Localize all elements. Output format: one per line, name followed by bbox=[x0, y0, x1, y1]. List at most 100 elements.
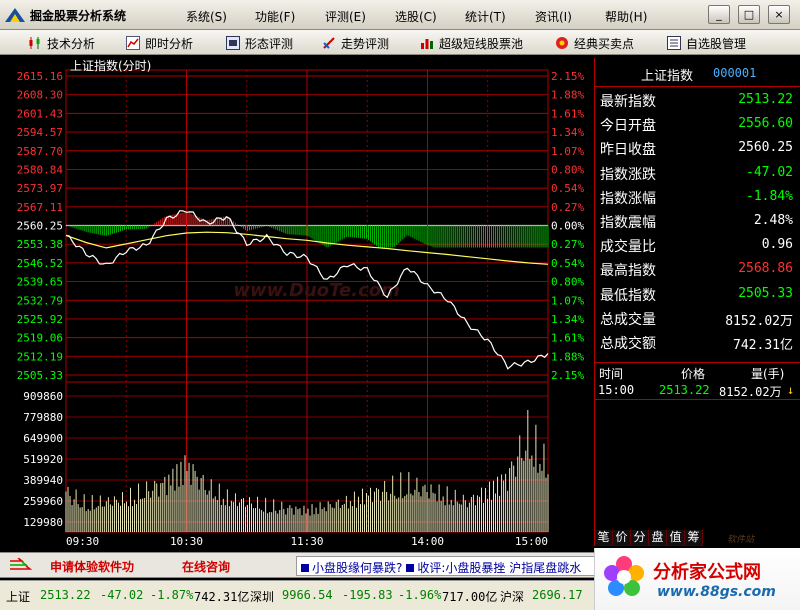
y-tick-label-left: 2615.16 bbox=[17, 70, 63, 83]
status-sz-amount: 717.00亿 bbox=[442, 590, 498, 604]
menu-info[interactable]: 资讯(I) bbox=[535, 8, 572, 25]
y-tick-label-right: 2.15% bbox=[551, 369, 584, 382]
tab-board[interactable]: 盘 bbox=[649, 530, 667, 546]
y-tick-label-right: 1.61% bbox=[551, 332, 584, 345]
menu-stock-select[interactable]: 选股(C) bbox=[395, 8, 437, 25]
quote-row: 总成交额 742.31亿 bbox=[595, 330, 800, 354]
y-tick-label-left: 2519.06 bbox=[17, 332, 63, 345]
volume-tick-label: 649900 bbox=[23, 432, 63, 445]
quote-value: 2568.86 bbox=[738, 261, 793, 277]
close-button[interactable]: × bbox=[768, 5, 790, 24]
status-sz-label: 深圳 bbox=[250, 590, 275, 604]
chart-svg: 上证指数(分时) 2615.16 2.15% 2608.30 1.88% 2601.43 1… bbox=[17, 58, 585, 546]
quote-header: 上证指数 000001 bbox=[595, 58, 800, 87]
toolbar-trend-eval[interactable]: 走势评测 bbox=[322, 34, 389, 52]
toolbar-short-term-pool[interactable]: 超级短线股票池 bbox=[420, 34, 523, 52]
y-tick-label-right: 0.27% bbox=[551, 201, 584, 214]
x-tick-label: 11:30 bbox=[290, 535, 323, 546]
y-tick-label-right: 1.07% bbox=[551, 145, 584, 158]
news-scroller[interactable]: 小盘股缘何暴跌? 收评:小盘股暴挫 沪指尾盘跳水 bbox=[296, 556, 596, 576]
toolbar-realtime-analysis[interactable]: 即时分析 bbox=[126, 34, 193, 52]
tick-header-price: 价格 bbox=[681, 367, 706, 381]
volume-tick-label: 259960 bbox=[23, 495, 63, 508]
quote-row: 最低指数 2505.33 bbox=[595, 282, 800, 306]
volume-tick-label: 909860 bbox=[23, 390, 63, 403]
y-tick-label-left: 2560.25 bbox=[17, 220, 63, 233]
tab-trades[interactable]: 笔 bbox=[595, 530, 613, 546]
quote-value: 2556.60 bbox=[738, 116, 793, 132]
title-bar: 掘金股票分析系统 系统(S) 功能(F) 评测(E) 选股(C) 统计(T) 资… bbox=[0, 0, 800, 30]
trial-apply-link[interactable]: 申请体验软件功 bbox=[50, 558, 134, 575]
quote-label: 指数震幅 bbox=[600, 215, 656, 231]
app-logo-icon bbox=[5, 8, 25, 22]
news-item-1[interactable]: 小盘股缘何暴跌? bbox=[312, 561, 402, 575]
tick-volume: 8152.02万 bbox=[719, 385, 782, 399]
flower-logo-icon bbox=[604, 556, 644, 596]
toolbar-label: 即时分析 bbox=[145, 36, 194, 51]
toolbar-label: 超级短线股票池 bbox=[439, 36, 524, 51]
tick-header-time: 时间 bbox=[599, 367, 624, 381]
minimize-button[interactable]: _ bbox=[708, 5, 730, 24]
tick-row[interactable]: 15:00 2513.22 8152.02万 ↓ bbox=[595, 382, 800, 400]
status-sz-change: -195.83 bbox=[342, 588, 393, 602]
quote-row: 成交量比 0.96 bbox=[595, 233, 800, 257]
quote-value: 0.96 bbox=[761, 237, 793, 253]
brand-logo[interactable]: 分析家公式网 www.88gs.com bbox=[594, 548, 800, 610]
brand-name: 分析家公式网 bbox=[653, 562, 761, 583]
y-tick-label-left: 2512.19 bbox=[17, 350, 63, 363]
menu-evaluate[interactable]: 评测(E) bbox=[325, 8, 366, 25]
news-item-2[interactable]: 收评:小盘股暴挫 沪指尾盘跳水 bbox=[417, 561, 581, 575]
trend-icon bbox=[323, 37, 335, 49]
toolbar-pattern-eval[interactable]: 形态评测 bbox=[226, 34, 293, 52]
watchlist-icon bbox=[667, 36, 681, 50]
status-sh-amount: 742.31亿 bbox=[194, 590, 250, 604]
toolbar-label: 形态评测 bbox=[245, 36, 294, 51]
divider bbox=[595, 362, 800, 363]
quote-value: 8152.02万 bbox=[725, 313, 793, 329]
quote-row: 昨日收盘 2560.25 bbox=[595, 136, 800, 160]
y-tick-label-right: 2.15% bbox=[551, 70, 584, 83]
y-tick-label-right: 0.80% bbox=[551, 163, 584, 176]
quote-row: 今日开盘 2556.60 bbox=[595, 112, 800, 136]
quote-value: -1.84% bbox=[746, 188, 793, 204]
y-tick-label-right: 1.34% bbox=[551, 126, 584, 139]
quote-label: 最新指数 bbox=[600, 94, 656, 110]
y-tick-label-right: 1.34% bbox=[551, 313, 584, 326]
quote-label: 指数涨幅 bbox=[600, 190, 656, 207]
status-sz-pct: -1.96% bbox=[398, 588, 442, 602]
menu-system[interactable]: 系统(S) bbox=[186, 8, 227, 25]
x-tick-label: 09:30 bbox=[66, 535, 99, 546]
quote-row: 指数涨跌 -47.02 bbox=[595, 161, 800, 185]
y-tick-label-right: 0.80% bbox=[551, 276, 584, 289]
toolbar-buy-sell-points[interactable]: 经典买卖点 bbox=[555, 34, 634, 52]
chart-title: 上证指数(分时) bbox=[70, 58, 151, 73]
toolbar-label: 走势评测 bbox=[341, 36, 390, 51]
y-tick-label-right: 1.07% bbox=[551, 294, 584, 307]
menu-function[interactable]: 功能(F) bbox=[255, 8, 295, 25]
tab-minute[interactable]: 分 bbox=[631, 530, 649, 546]
maximize-button[interactable]: □ bbox=[738, 5, 760, 24]
quote-row: 指数震幅 2.48% bbox=[595, 209, 800, 233]
menu-help[interactable]: 帮助(H) bbox=[605, 8, 647, 25]
intraday-chart[interactable]: 上证指数(分时) 2615.16 2.15% 2608.30 1.88% 2601.43 1… bbox=[0, 58, 594, 546]
online-consult-link[interactable]: 在线咨询 bbox=[182, 558, 230, 575]
tab-value[interactable]: 值 bbox=[667, 530, 685, 546]
y-tick-label-left: 2567.11 bbox=[17, 201, 63, 214]
brand-url: www.88gs.com bbox=[657, 584, 776, 600]
chart-watermark: www.DuoTe.com bbox=[233, 280, 400, 301]
quote-value: 2505.33 bbox=[738, 285, 793, 301]
toolbar-technical-analysis[interactable]: 技术分析 bbox=[28, 34, 95, 52]
toolbar-watchlist[interactable]: 自选股管理 bbox=[667, 34, 746, 52]
tab-chips[interactable]: 筹 bbox=[685, 530, 703, 546]
status-sh-label: 上证 bbox=[6, 590, 31, 604]
app-title: 掘金股票分析系统 bbox=[30, 9, 127, 23]
y-tick-label-left: 2580.84 bbox=[17, 163, 64, 176]
quote-label: 最高指数 bbox=[600, 263, 656, 280]
quote-panel: 上证指数 000001 最新指数 2513.22 今日开盘 2556.60 昨日收盘 25… bbox=[594, 58, 800, 546]
menu-statistics[interactable]: 统计(T) bbox=[465, 8, 506, 25]
quote-label: 指数涨跌 bbox=[600, 166, 656, 183]
down-arrow-icon: ↓ bbox=[787, 383, 795, 397]
quote-row: 最新指数 2513.22 bbox=[595, 88, 800, 112]
tab-price[interactable]: 价 bbox=[613, 530, 631, 546]
pattern-icon bbox=[226, 36, 240, 50]
